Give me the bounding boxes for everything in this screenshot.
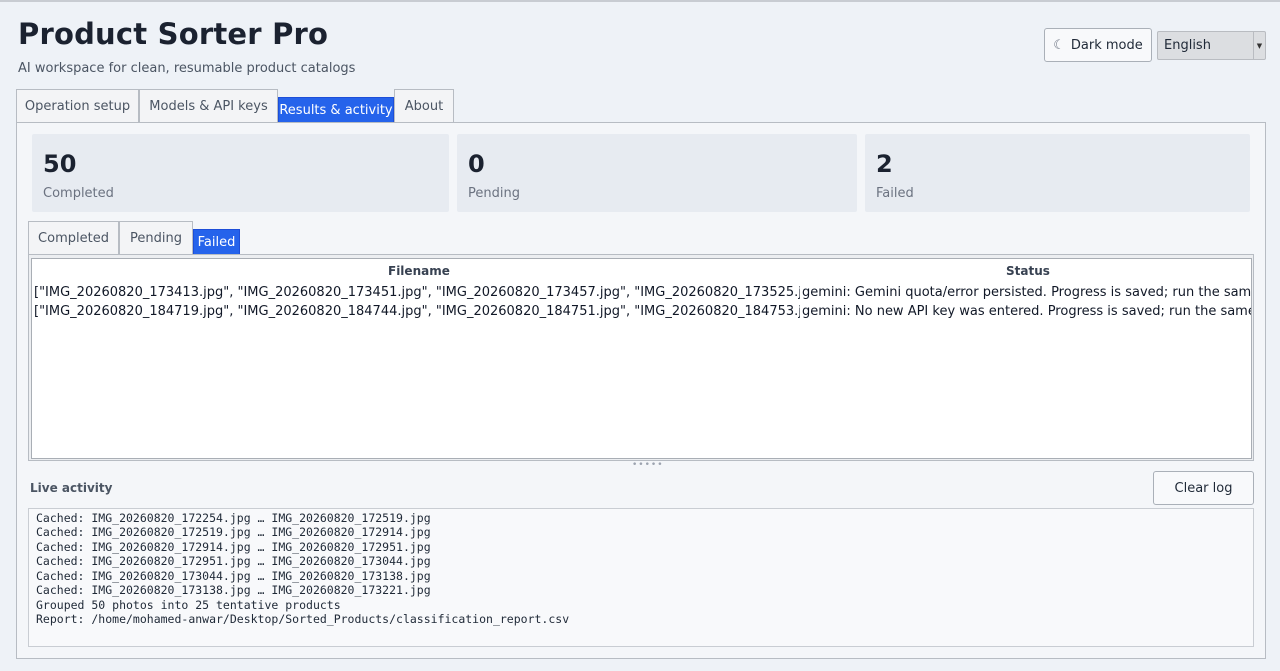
tab-completed[interactable]: Completed [28, 221, 119, 254]
stat-label: Pending [468, 186, 520, 201]
stat-card-completed: 50 Completed [32, 134, 449, 212]
dark-mode-label: Dark mode [1070, 37, 1143, 53]
window-top-border [0, 0, 1280, 2]
log-line: Cached: IMG_20260820_173138.jpg … IMG_20… [36, 583, 431, 597]
tab-pending[interactable]: Pending [119, 221, 193, 254]
log-line: Cached: IMG_20260820_172951.jpg … IMG_20… [36, 554, 431, 568]
cell-filename: ["IMG_20260820_184719.jpg", "IMG_2026082… [34, 304, 800, 319]
log-line: Report: /home/mohamed-anwar/Desktop/Sort… [36, 612, 570, 626]
log-line: Cached: IMG_20260820_172914.jpg … IMG_20… [36, 540, 431, 554]
stat-card-pending: 0 Pending [457, 134, 857, 212]
stat-card-failed: 2 Failed [865, 134, 1250, 212]
log-line: Cached: IMG_20260820_173044.jpg … IMG_20… [36, 569, 431, 583]
splitter-handle[interactable]: ••••• [632, 460, 664, 470]
dropdown-arrow-icon: ▼ [1253, 32, 1265, 59]
stat-value: 2 [876, 150, 893, 178]
failed-table[interactable]: Filename Status ["IMG_20260820_173413.jp… [31, 258, 1252, 459]
table-row[interactable]: ["IMG_20260820_184719.jpg", "IMG_2026082… [34, 304, 1252, 322]
cell-filename: ["IMG_20260820_173413.jpg", "IMG_2026082… [34, 285, 800, 300]
column-header-filename[interactable]: Filename [388, 264, 450, 278]
tab-results-activity[interactable]: Results & activity [278, 97, 394, 123]
table-row[interactable]: ["IMG_20260820_173413.jpg", "IMG_2026082… [34, 285, 1252, 303]
tab-operation-setup[interactable]: Operation setup [16, 89, 139, 122]
app-title: Product Sorter Pro [18, 17, 329, 51]
clear-log-button[interactable]: Clear log [1153, 471, 1254, 505]
tab-models-api-keys[interactable]: Models & API keys [139, 89, 278, 122]
activity-log[interactable]: Cached: IMG_20260820_172254.jpg … IMG_20… [28, 508, 1254, 647]
stat-label: Failed [876, 186, 914, 201]
dark-mode-button[interactable]: ☾ Dark mode [1044, 28, 1152, 62]
stat-value: 0 [468, 150, 485, 178]
log-line: Grouped 50 photos into 25 tentative prod… [36, 598, 341, 612]
language-selected-value: English [1164, 38, 1211, 53]
stat-label: Completed [43, 186, 114, 201]
column-header-status[interactable]: Status [1006, 264, 1050, 278]
language-select[interactable]: English ▼ [1157, 31, 1266, 60]
cell-status: gemini: No new API key was entered. Prog… [802, 304, 1252, 319]
tab-label: Failed [197, 234, 236, 250]
tab-failed[interactable]: Failed [193, 229, 240, 254]
app-subtitle: AI workspace for clean, resumable produc… [18, 61, 356, 76]
tab-label: Completed [38, 230, 109, 246]
tab-label: Operation setup [24, 98, 131, 114]
log-line: Cached: IMG_20260820_172519.jpg … IMG_20… [36, 525, 431, 539]
tab-about[interactable]: About [394, 89, 454, 122]
tab-label: Pending [130, 230, 182, 246]
live-activity-label: Live activity [30, 481, 113, 495]
tab-label: Models & API keys [149, 98, 268, 114]
cell-status: gemini: Gemini quota/error persisted. Pr… [802, 285, 1252, 300]
tab-label: About [404, 98, 444, 114]
log-line: Cached: IMG_20260820_172254.jpg … IMG_20… [36, 511, 431, 525]
tab-label: Results & activity [279, 103, 393, 118]
stat-value: 50 [43, 150, 77, 178]
moon-icon: ☾ [1053, 37, 1065, 53]
